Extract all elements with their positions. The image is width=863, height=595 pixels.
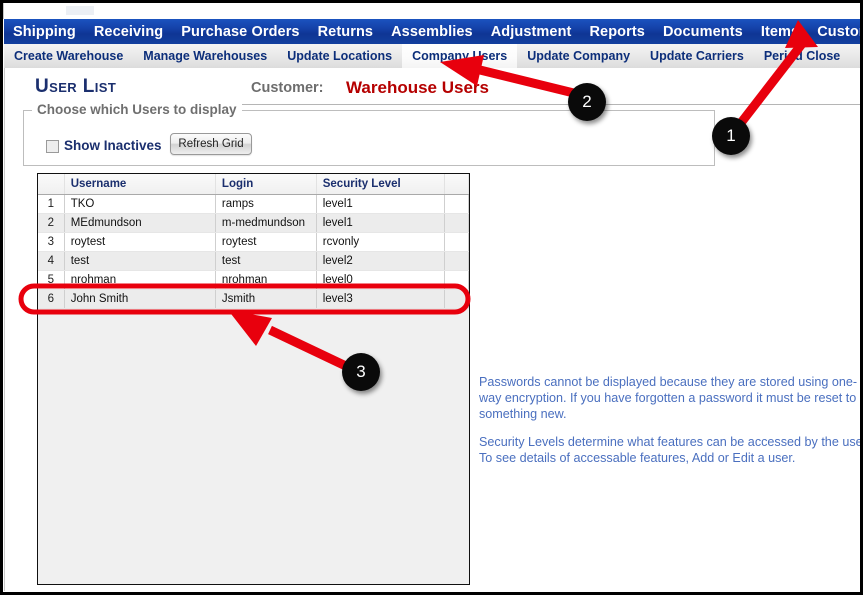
callout-3: 3 [342, 353, 380, 391]
table-row[interactable]: 4 test test level2 [38, 251, 469, 271]
user-grid: Username Login Security Level 1 TKO ramps lev… [38, 174, 469, 309]
submenu-item-manage-warehouses[interactable]: Manage Warehouses [133, 44, 277, 68]
table-row[interactable]: 3 roytest roytest rcvonly [38, 232, 469, 252]
customer-label: Customer: [251, 80, 324, 96]
bottom-left-spacer [22, 587, 25, 595]
submenu-item-company-users[interactable]: Company Users [402, 44, 518, 68]
menu-item-adjustment[interactable]: Adjustment [482, 19, 581, 44]
cell-username: nrohman [64, 270, 216, 290]
menu-item-documents[interactable]: Documents [654, 19, 752, 44]
menu-item-returns[interactable]: Returns [309, 19, 383, 44]
cell-spacer [444, 213, 469, 233]
cell-security: level1 [316, 213, 445, 233]
cell-security: rcvonly [316, 232, 445, 252]
menu-item-purchase-orders[interactable]: Purchase Orders [172, 19, 308, 44]
submenu-item-create-warehouse[interactable]: Create Warehouse [4, 44, 133, 68]
user-grid-panel[interactable]: Username Login Security Level 1 TKO ramps lev… [37, 173, 470, 585]
grid-column-header-0[interactable] [38, 174, 65, 195]
cell-username: MEdmundson [64, 213, 216, 233]
cell-num: 3 [38, 232, 65, 252]
cell-login: Jsmith [215, 289, 317, 309]
main-menu-bar: Shipping Receiving Purchase Orders Returns A… [4, 19, 860, 44]
cell-spacer [444, 194, 469, 214]
cell-security: level0 [316, 270, 445, 290]
cell-num: 2 [38, 213, 65, 233]
menu-item-receiving[interactable]: Receiving [85, 19, 172, 44]
customer-name: Warehouse Users [346, 78, 489, 97]
cell-login: test [215, 251, 317, 271]
user-grid-body: 1 TKO ramps level1 2 MEdmundson m-medmundson le… [38, 194, 469, 309]
application-screenshot: Shipping Receiving Purchase Orders Returns A… [0, 0, 863, 595]
grid-column-header-3[interactable]: Security Level [316, 174, 445, 195]
grid-column-header-4[interactable] [444, 174, 469, 195]
cell-login: nrohman [215, 270, 317, 290]
show-inactives-checkbox[interactable] [46, 140, 59, 153]
callout-2: 2 [568, 83, 606, 121]
grid-column-header-2[interactable]: Login [215, 174, 317, 195]
cell-username: John Smith [64, 289, 216, 309]
toolbar-ghost-element [66, 6, 94, 15]
cell-spacer [444, 270, 469, 290]
info-paragraph-security-levels: Security Levels determine what features … [479, 435, 863, 465]
menu-item-customer[interactable]: Customer [808, 19, 860, 44]
cell-num: 1 [38, 194, 65, 214]
page-title: User List [35, 76, 117, 97]
table-row[interactable]: 5 nrohman nrohman level0 [38, 270, 469, 290]
cell-security: level1 [316, 194, 445, 214]
refresh-grid-button[interactable]: Refresh Grid [170, 133, 252, 155]
table-row[interactable]: 1 TKO ramps level1 [38, 194, 469, 214]
cell-num: 4 [38, 251, 65, 271]
submenu-item-period-close[interactable]: Period Close [754, 44, 850, 68]
user-grid-header-row: Username Login Security Level [38, 174, 469, 195]
cell-spacer [444, 289, 469, 309]
user-grid-header: Username Login Security Level [38, 174, 469, 195]
cell-spacer [444, 232, 469, 252]
submenu-item-update-carriers[interactable]: Update Carriers [640, 44, 754, 68]
show-inactives-label[interactable]: Show Inactives [64, 138, 162, 153]
info-text-block: Passwords cannot be displayed because th… [479, 374, 863, 478]
menu-item-assemblies[interactable]: Assemblies [382, 19, 482, 44]
cell-username: roytest [64, 232, 216, 252]
table-row[interactable]: 6 John Smith Jsmith level3 [38, 289, 469, 309]
menu-item-shipping[interactable]: Shipping [4, 19, 85, 44]
submenu-item-update-locations[interactable]: Update Locations [277, 44, 402, 68]
cell-login: roytest [215, 232, 317, 252]
cell-spacer [444, 251, 469, 271]
cell-num: 6 [38, 289, 65, 309]
grid-column-header-1[interactable]: Username [64, 174, 216, 195]
filter-legend: Choose which Users to display [32, 102, 242, 117]
cell-login: ramps [215, 194, 317, 214]
info-paragraph-passwords: Passwords cannot be displayed because th… [479, 375, 858, 421]
cell-num: 5 [38, 270, 65, 290]
menu-item-reports[interactable]: Reports [580, 19, 654, 44]
callout-1: 1 [712, 117, 750, 155]
sub-menu-bar: Create Warehouse Manage Warehouses Update … [4, 44, 860, 69]
cell-security: level2 [316, 251, 445, 271]
table-row[interactable]: 2 MEdmundson m-medmundson level1 [38, 213, 469, 233]
submenu-item-emplates[interactable]: emplates [850, 44, 860, 68]
submenu-item-update-company[interactable]: Update Company [517, 44, 640, 68]
page-header: User List Customer: Warehouse Users [35, 76, 835, 102]
cell-username: test [64, 251, 216, 271]
cell-security: level3 [316, 289, 445, 309]
menu-item-items[interactable]: Items [752, 19, 808, 44]
window-top-strip [3, 3, 860, 19]
cell-login: m-medmundson [215, 213, 317, 233]
cell-username: TKO [64, 194, 216, 214]
